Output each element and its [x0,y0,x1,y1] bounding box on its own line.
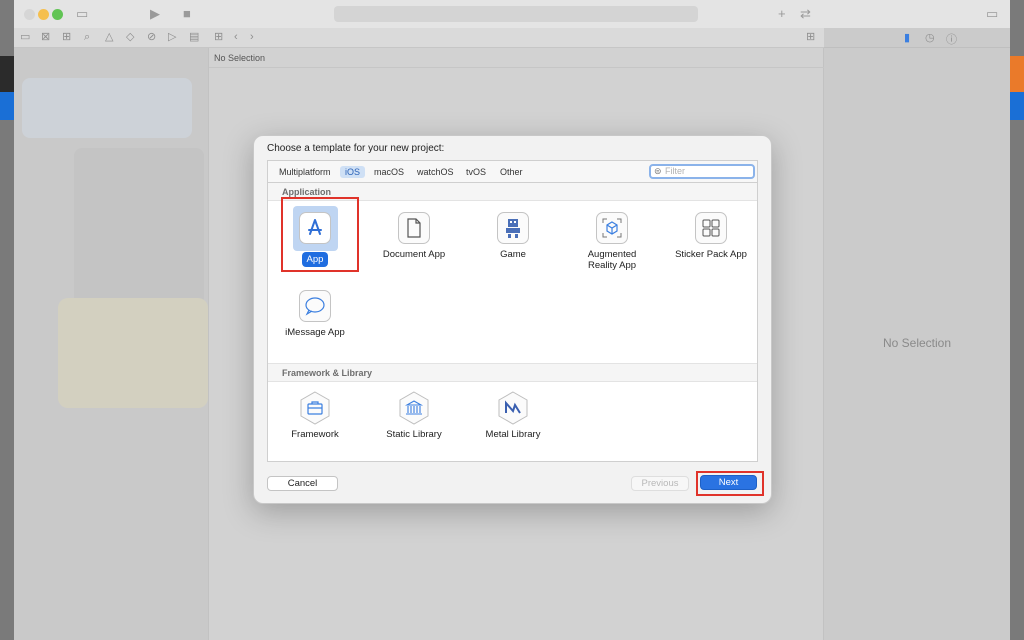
document-icon [398,212,430,244]
report-icon[interactable]: ▤ [189,31,199,44]
tab-multiplatform[interactable]: Multiplatform [274,166,336,178]
stop-icon[interactable]: ■ [183,6,191,22]
blurred-background [58,298,208,408]
filter-field[interactable]: ⊜ Filter [649,164,755,179]
grid-view-icon[interactable]: ⊞ [214,31,223,44]
inspector-tabs: ▮ ◷ ⓘ [824,28,1010,48]
bank-building-icon [398,391,430,425]
metal-m-icon [497,391,529,425]
run-icon[interactable]: ▶ [150,6,160,22]
desktop-stripe [1010,56,1024,92]
add-editor-icon[interactable]: ⊞ [806,31,815,44]
breakpoint-icon[interactable]: ▷ [168,31,176,44]
platform-tabs: Multiplatform iOS macOS watchOS tvOS Oth… [267,160,758,182]
help-icon[interactable]: ⓘ [946,31,957,47]
toolbox-icon [299,391,331,425]
back-icon[interactable]: ‹ [234,31,238,44]
file-inspector-icon[interactable]: ▮ [904,31,910,44]
activity-viewer [334,6,698,22]
tab-other[interactable]: Other [495,166,528,178]
tab-ios[interactable]: iOS [340,166,366,178]
template-label: Metal Library [485,429,541,440]
template-game[interactable]: Game [471,212,555,260]
template-label: Document App [382,249,446,260]
close-window-button[interactable] [24,9,35,20]
inspector-panel: ▮ ◷ ⓘ No Selection [824,28,1010,640]
template-static-library[interactable]: Static Library [372,391,456,440]
folder-icon[interactable]: ▭ [20,31,30,44]
zoom-window-button[interactable] [52,9,63,20]
filter-placeholder: Filter [665,166,685,176]
desktop-stripe [0,56,14,92]
template-imessage-app[interactable]: iMessage App [273,290,357,338]
template-metal-library[interactable]: Metal Library [471,391,555,440]
ar-cube-icon [596,212,628,244]
cancel-button[interactable]: Cancel [267,476,338,491]
tab-watchos[interactable]: watchOS [412,166,459,178]
search-icon[interactable]: ⌕ [84,31,90,44]
game-sprite-icon [497,212,529,244]
test-icon[interactable]: ◇ [126,31,134,44]
tab-tvos[interactable]: tvOS [461,166,491,178]
desktop-stripe [1010,92,1024,120]
jump-bar: No Selection [209,48,825,68]
blurred-background [22,78,192,138]
project-navigator [14,48,208,640]
tab-macos[interactable]: macOS [369,166,409,178]
speech-bubble-icon [299,290,331,322]
desktop-right-edge [1010,0,1024,640]
hierarchy-icon[interactable]: ⊞ [62,31,71,44]
new-project-template-dialog: Choose a template for your new project: … [253,135,772,504]
warning-icon[interactable]: △ [105,31,113,44]
inspector-toggle-icon[interactable]: ▭ [986,6,998,22]
source-control-icon[interactable]: ⊠ [41,31,50,44]
template-label: Sticker Pack App [675,249,747,260]
title-bar: ▭ ▶ ■ + ⇄ ▭ [14,0,1010,28]
grid-icon [695,212,727,244]
desktop-stripe [0,92,14,120]
template-augmented-reality-app[interactable]: Augmented Reality App [570,212,654,271]
blurred-background [74,148,204,308]
section-header-framework-library: Framework & Library [268,364,757,382]
desktop-left-edge [0,0,14,640]
sidebar-toggle-icon[interactable]: ▭ [76,6,88,22]
template-label: Augmented Reality App [587,249,637,271]
template-document-app[interactable]: Document App [372,212,456,260]
template-label: Game [500,249,526,260]
no-selection-label: No Selection [882,336,952,350]
template-label: Static Library [386,429,442,440]
add-icon[interactable]: + [778,6,786,22]
template-label: Framework [291,429,339,440]
forward-icon[interactable]: › [250,31,254,44]
debug-icon[interactable]: ⊘ [147,31,156,44]
minimize-window-button[interactable] [38,9,49,20]
history-icon[interactable]: ◷ [925,31,935,44]
highlight-box [281,197,359,272]
dialog-title: Choose a template for your new project: [267,143,445,154]
template-label: iMessage App [285,327,345,338]
template-framework[interactable]: Framework [273,391,357,440]
highlight-box [696,471,764,496]
previous-button[interactable]: Previous [631,476,689,491]
code-review-icon[interactable]: ⇄ [800,6,811,22]
filter-icon: ⊜ [654,166,662,176]
template-sticker-pack-app[interactable]: Sticker Pack App [669,212,753,260]
